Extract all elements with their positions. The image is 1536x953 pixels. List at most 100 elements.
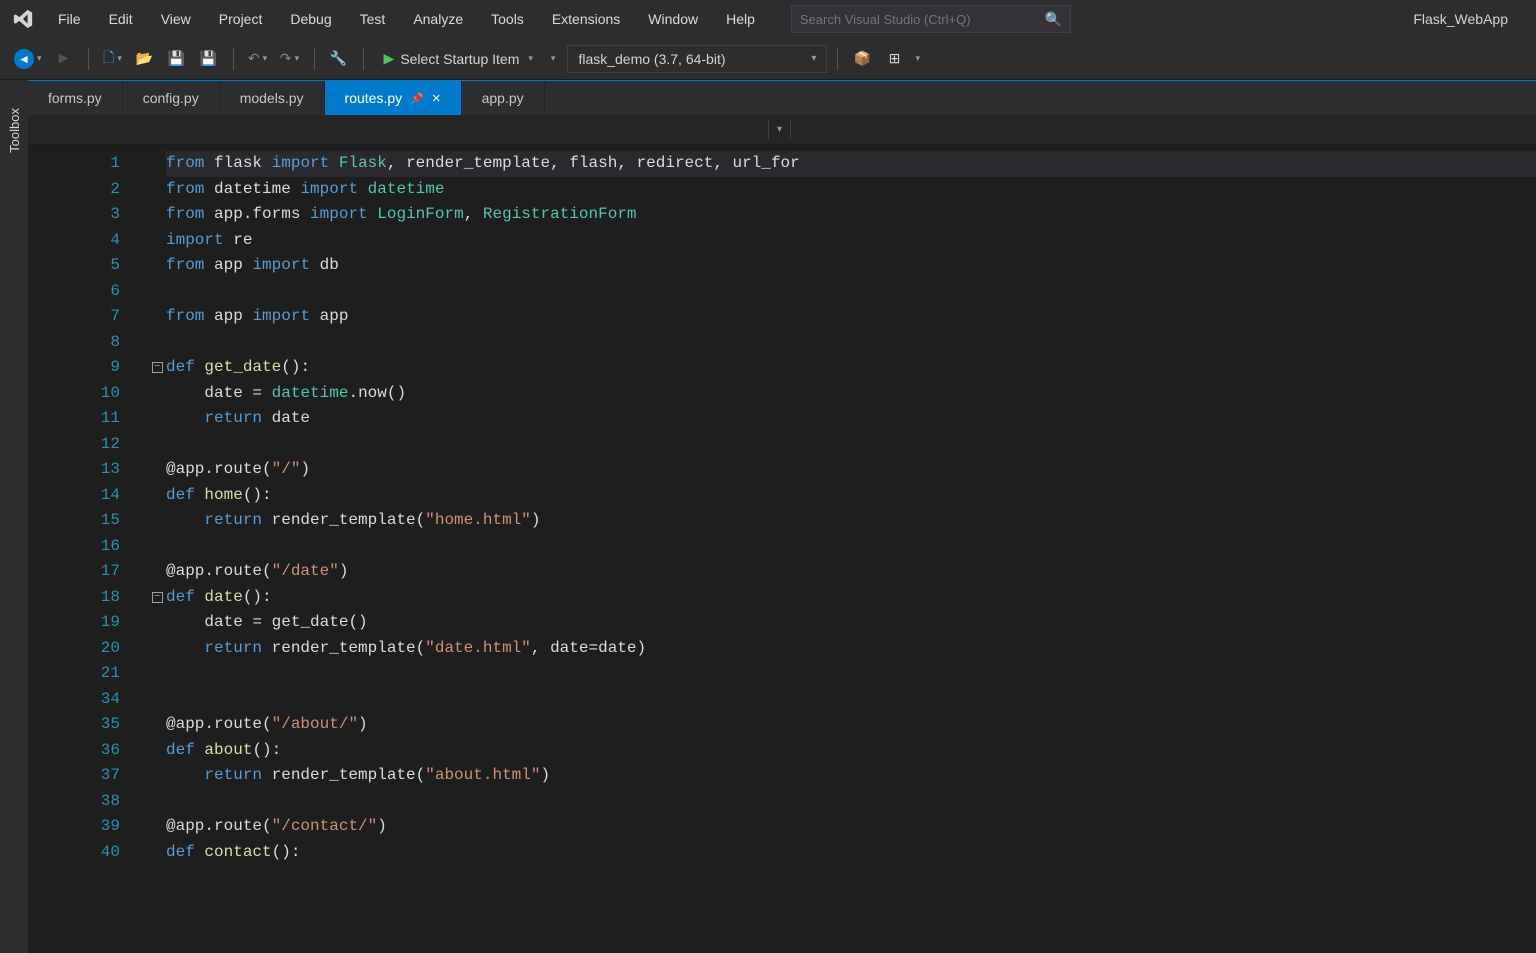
code-line[interactable]: def get_date(): xyxy=(166,355,1536,381)
code-line[interactable]: import re xyxy=(166,228,1536,254)
code-line[interactable] xyxy=(166,330,1536,356)
code-line[interactable]: return render_template("home.html") xyxy=(166,508,1536,534)
line-number: 34 xyxy=(28,687,120,713)
line-number: 14 xyxy=(28,483,120,509)
code-line[interactable]: from app import db xyxy=(166,253,1536,279)
overflow-icon[interactable]: ▾ xyxy=(915,53,920,64)
tab-label: app.py xyxy=(482,90,524,106)
line-number: 38 xyxy=(28,789,120,815)
code-line[interactable] xyxy=(166,661,1536,687)
code-content[interactable]: from flask import Flask, render_template… xyxy=(166,145,1536,953)
new-item-button[interactable]: 🗋▾ xyxy=(99,45,127,73)
navigation-bar[interactable]: ▾ xyxy=(28,115,1536,145)
menu-analyze[interactable]: Analyze xyxy=(399,5,477,33)
code-line[interactable]: def home(): xyxy=(166,483,1536,509)
quick-launch-search[interactable]: 🔍 xyxy=(791,5,1071,33)
line-number: 21 xyxy=(28,661,120,687)
overflow-icon[interactable]: ▾ xyxy=(551,53,556,64)
code-line[interactable]: @app.route("/about/") xyxy=(166,712,1536,738)
code-line[interactable]: from app import app xyxy=(166,304,1536,330)
code-line[interactable]: from flask import Flask, render_template… xyxy=(166,151,1536,177)
menu-project[interactable]: Project xyxy=(205,5,277,33)
line-number: 16 xyxy=(28,534,120,560)
line-number: 2 xyxy=(28,177,120,203)
package-icon[interactable]: 📦 xyxy=(848,45,876,73)
menu-view[interactable]: View xyxy=(147,5,205,33)
close-icon[interactable]: × xyxy=(432,90,441,107)
line-number: 36 xyxy=(28,738,120,764)
tab-routes-py[interactable]: routes.py 📌 × xyxy=(325,81,462,115)
search-icon: 🔍 xyxy=(1044,11,1061,28)
pin-icon[interactable]: 📌 xyxy=(410,92,424,105)
menu-tools[interactable]: Tools xyxy=(477,5,538,33)
open-file-button[interactable]: 📂 xyxy=(131,45,159,73)
tab-app-py[interactable]: app.py xyxy=(462,81,545,115)
tab-label: routes.py xyxy=(345,90,403,106)
tab-config-py[interactable]: config.py xyxy=(123,81,220,115)
menu-window[interactable]: Window xyxy=(634,5,712,33)
env-label: flask_demo (3.7, 64-bit) xyxy=(578,51,725,67)
line-number: 7 xyxy=(28,304,120,330)
code-line[interactable]: return render_template("about.html") xyxy=(166,763,1536,789)
code-line[interactable] xyxy=(166,432,1536,458)
line-number: 40 xyxy=(28,840,120,866)
menu-file[interactable]: File xyxy=(44,5,95,33)
line-number: 18 xyxy=(28,585,120,611)
fold-toggle-icon[interactable]: − xyxy=(152,362,163,373)
save-button[interactable]: 💾 xyxy=(163,45,191,73)
code-line[interactable]: return render_template("date.html", date… xyxy=(166,636,1536,662)
tab-label: models.py xyxy=(240,90,304,106)
fold-toggle-icon[interactable]: − xyxy=(152,592,163,603)
line-number: 8 xyxy=(28,330,120,356)
outlining-margin[interactable]: −− xyxy=(148,145,166,953)
code-line[interactable]: @app.route("/") xyxy=(166,457,1536,483)
properties-button[interactable]: 🔧 xyxy=(325,45,353,73)
line-number: 1 xyxy=(28,151,120,177)
window-layout-icon[interactable]: ⊞ xyxy=(880,45,908,73)
code-line[interactable]: from app.forms import LoginForm, Registr… xyxy=(166,202,1536,228)
menu-extensions[interactable]: Extensions xyxy=(538,5,634,33)
line-number: 35 xyxy=(28,712,120,738)
separator xyxy=(314,48,315,70)
play-icon: ▶ xyxy=(384,50,395,67)
separator xyxy=(233,48,234,70)
code-line[interactable] xyxy=(166,687,1536,713)
search-input[interactable] xyxy=(800,12,1039,27)
line-number: 37 xyxy=(28,763,120,789)
code-line[interactable]: def about(): xyxy=(166,738,1536,764)
code-line[interactable] xyxy=(166,279,1536,305)
menu-debug[interactable]: Debug xyxy=(276,5,345,33)
line-number: 15 xyxy=(28,508,120,534)
toolbox-side-tab[interactable]: Toolbox xyxy=(0,80,28,180)
python-env-selector[interactable]: flask_demo (3.7, 64-bit) ▾ xyxy=(567,45,827,73)
code-line[interactable]: return date xyxy=(166,406,1536,432)
code-line[interactable]: date = datetime.now() xyxy=(166,381,1536,407)
code-line[interactable]: date = get_date() xyxy=(166,610,1536,636)
menu-help[interactable]: Help xyxy=(712,5,769,33)
code-line[interactable]: @app.route("/date") xyxy=(166,559,1536,585)
line-number-gutter: 1234567891011121314151617181920213435363… xyxy=(28,145,148,953)
toolbox-label: Toolbox xyxy=(5,100,24,161)
redo-button[interactable]: ↷▾ xyxy=(276,45,304,73)
menu-test[interactable]: Test xyxy=(346,5,400,33)
separator xyxy=(88,48,89,70)
line-number: 20 xyxy=(28,636,120,662)
save-all-button[interactable]: 💾 xyxy=(195,45,223,73)
standard-toolbar: ◄▾ ► 🗋▾ 📂 💾 💾 ↶▾ ↷▾ 🔧 ▶ Select Startup I… xyxy=(0,38,1536,80)
code-line[interactable]: def contact(): xyxy=(166,840,1536,866)
code-line[interactable]: from datetime import datetime xyxy=(166,177,1536,203)
start-debug-button[interactable]: ▶ Select Startup Item ▾ xyxy=(374,45,543,73)
nav-forward-button[interactable]: ► xyxy=(50,45,78,73)
menu-edit[interactable]: Edit xyxy=(95,5,147,33)
tab-forms-py[interactable]: forms.py xyxy=(28,81,123,115)
code-line[interactable] xyxy=(166,789,1536,815)
solution-name-label: Flask_WebApp xyxy=(1393,11,1528,27)
code-line[interactable] xyxy=(166,534,1536,560)
undo-button[interactable]: ↶▾ xyxy=(244,45,272,73)
code-line[interactable]: @app.route("/contact/") xyxy=(166,814,1536,840)
code-editor[interactable]: 1234567891011121314151617181920213435363… xyxy=(28,145,1536,953)
code-line[interactable]: def date(): xyxy=(166,585,1536,611)
chevron-down-icon[interactable]: ▾ xyxy=(768,120,791,139)
nav-back-button[interactable]: ◄▾ xyxy=(10,45,46,73)
tab-models-py[interactable]: models.py xyxy=(220,81,325,115)
